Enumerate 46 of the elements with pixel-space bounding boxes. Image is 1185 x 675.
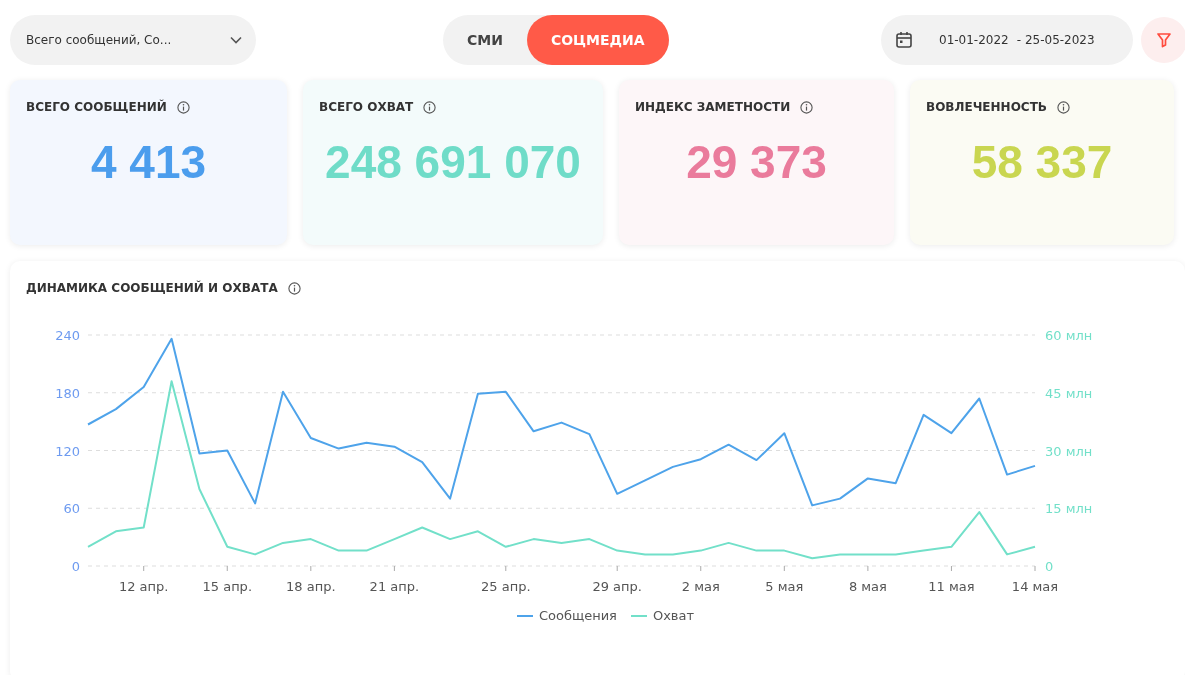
- date-range-field[interactable]: 01-01-2022 - 25-05-2023: [881, 15, 1133, 65]
- axis-label: 60 млн: [1045, 328, 1093, 343]
- legend-label[interactable]: Охват: [652, 608, 695, 623]
- axis-label: 12 апр.: [118, 579, 169, 594]
- axis-label: 15 млн: [1045, 501, 1093, 517]
- kpi-title: ВСЕГО ОХВАТ: [319, 100, 414, 114]
- filter-button[interactable]: [1141, 17, 1185, 63]
- calendar-icon: [895, 31, 913, 49]
- axis-label: 14 мая: [1011, 579, 1059, 594]
- axis-label: 29 апр.: [592, 579, 642, 594]
- info-icon[interactable]: [1057, 100, 1070, 114]
- axis-label: 25 апр.: [481, 579, 531, 594]
- axis-label: 30 млн: [1045, 443, 1093, 459]
- chart-title: ДИНАМИКА СООБЩЕНИЙ И ОХВАТА: [26, 281, 278, 295]
- legend-label[interactable]: Сообщения: [538, 608, 617, 623]
- kpi-value: 29 373: [685, 135, 828, 190]
- kpi-value: 4 413: [89, 135, 208, 190]
- kpi-title: ВОВЛЕЧЕННОСТЬ: [926, 100, 1047, 114]
- start-date: 01-01-2022: [939, 33, 1009, 47]
- axis-label: 18 апр.: [286, 579, 336, 594]
- axis-label: 120: [55, 443, 80, 459]
- axis-label: 45 млн: [1045, 385, 1093, 401]
- axis-label: 180: [55, 385, 80, 401]
- axis-label: 11 мая: [928, 579, 975, 594]
- kpi-title: ИНДЕКС ЗАМЕТНОСТИ: [635, 100, 791, 114]
- axis-label: 2 мая: [681, 579, 720, 594]
- kpi-title: ВСЕГО СООБЩЕНИЙ: [26, 100, 167, 114]
- metric-dropdown[interactable]: Всего сообщений, Со...: [10, 15, 256, 65]
- source-tab[interactable]: СМИ: [443, 15, 527, 65]
- info-icon[interactable]: [287, 281, 301, 295]
- axis-label: 0: [1045, 559, 1054, 574]
- chevron-icon: [230, 36, 242, 44]
- axis-label: 60: [63, 501, 80, 517]
- axis-label: 15 апр.: [202, 579, 253, 594]
- filter-icon: [1156, 32, 1172, 48]
- info-icon[interactable]: [176, 100, 190, 114]
- axis-label: 21 апр.: [369, 579, 420, 594]
- info-icon[interactable]: [423, 100, 437, 114]
- kpi-value: 58 337: [970, 135, 1114, 190]
- axis-label: 0: [71, 559, 80, 574]
- info-icon[interactable]: [800, 100, 814, 114]
- kpi-value: 248 691 070: [324, 135, 582, 190]
- axis-label: 8 мая: [848, 579, 887, 594]
- end-date: - 25-05-2023: [1016, 33, 1095, 47]
- axis-label: 240: [55, 328, 80, 343]
- axis-label: 5 мая: [765, 579, 804, 594]
